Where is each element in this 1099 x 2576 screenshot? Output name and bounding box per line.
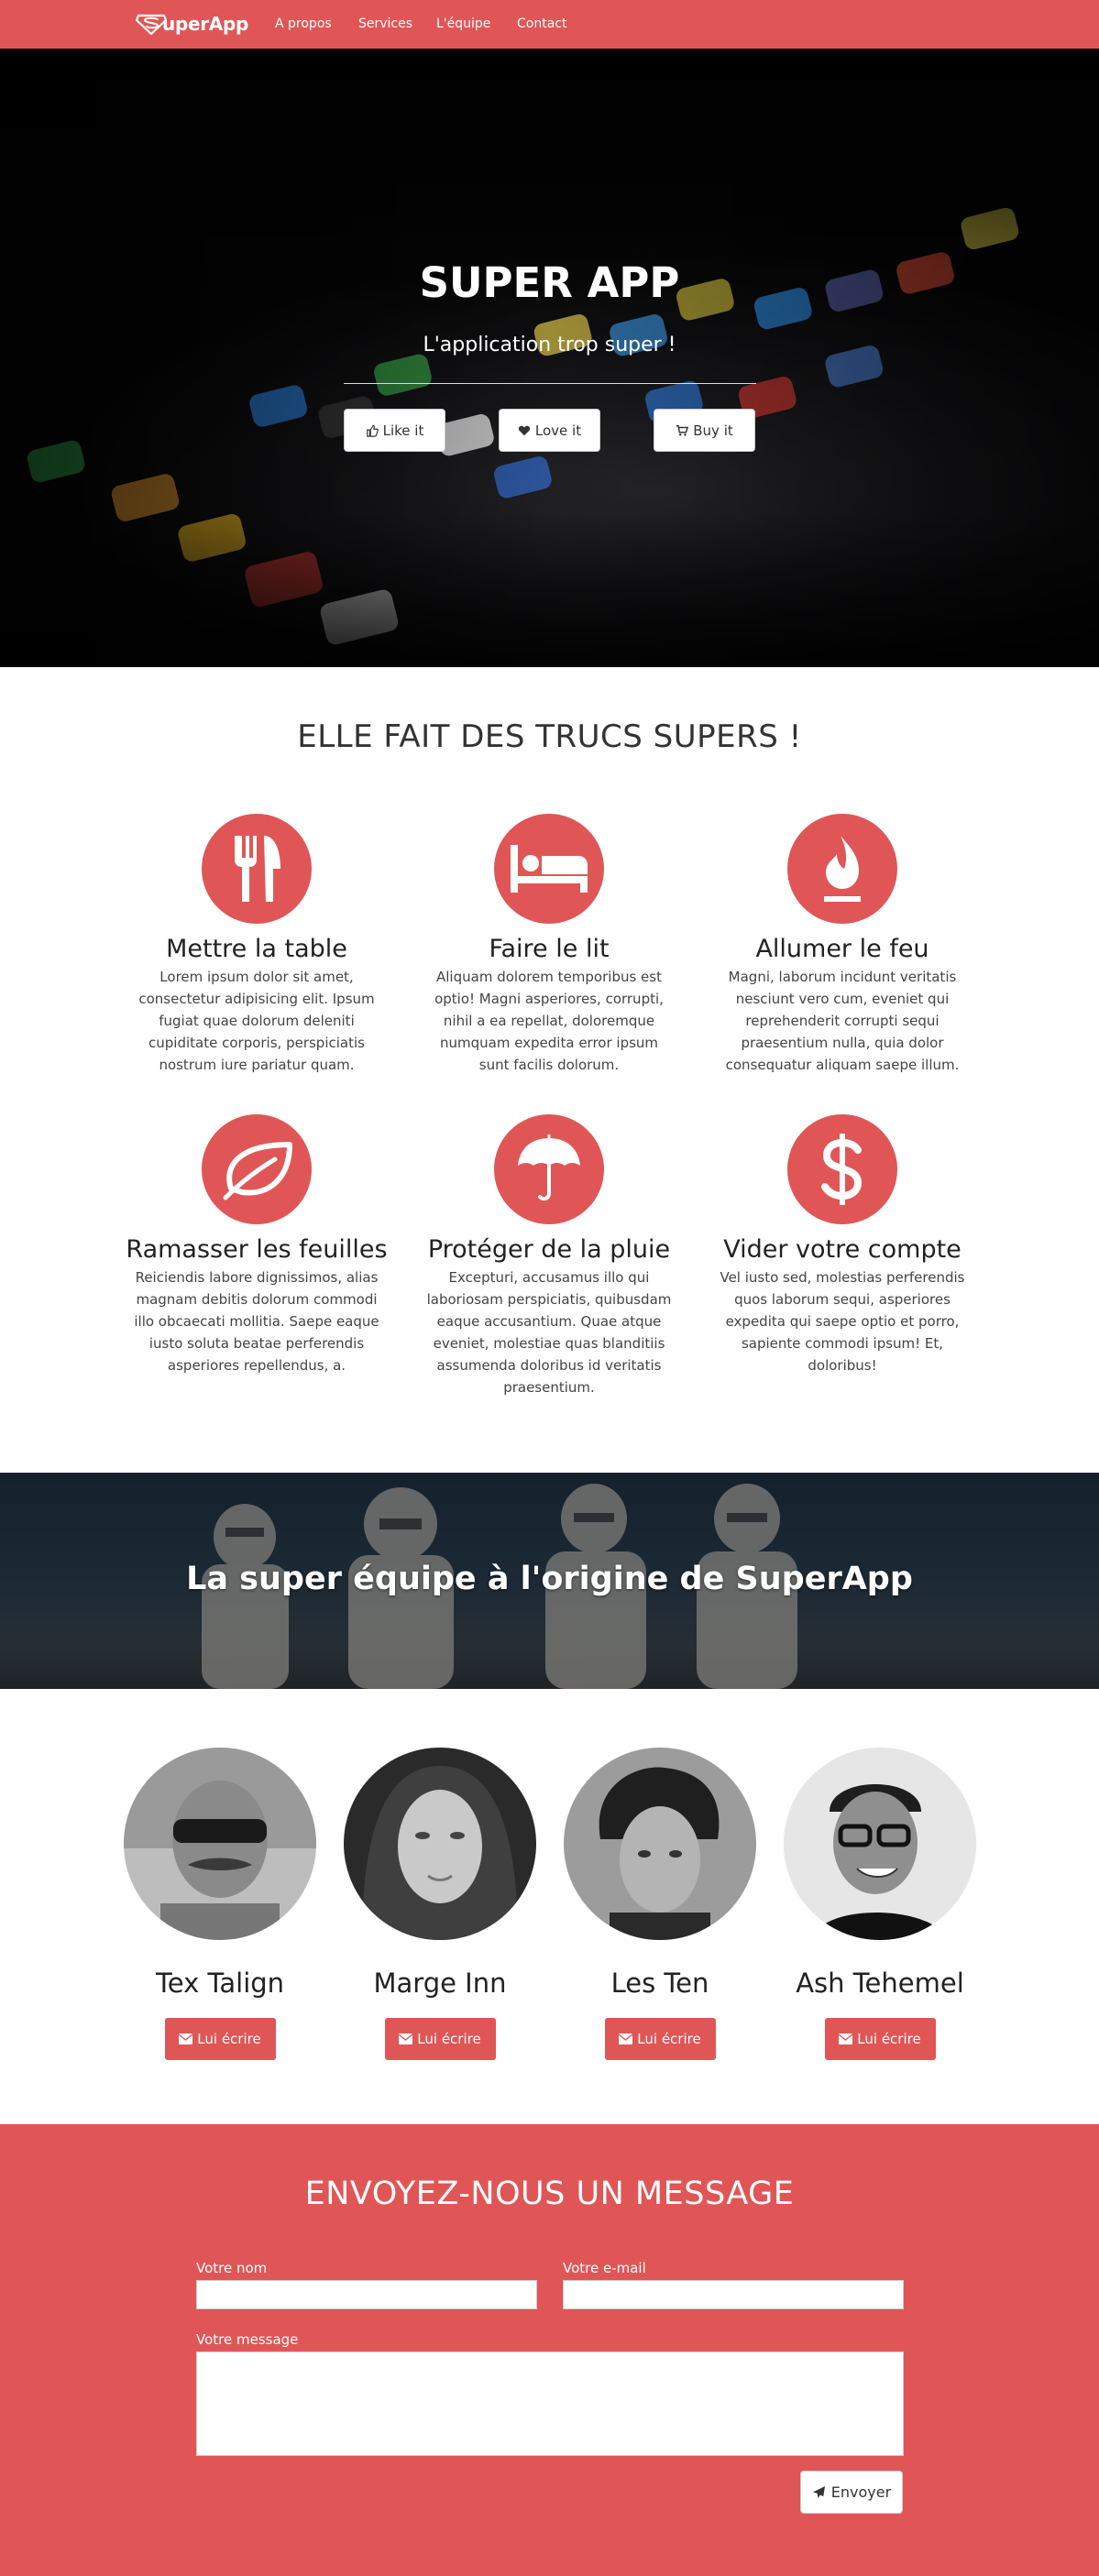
send-button[interactable]: Envoyer (800, 2471, 903, 2514)
buy-button-label: Buy it (693, 422, 733, 439)
hero-section: SUPER APP L'application trop super ! Lik… (0, 49, 1099, 667)
feature-icon-circle (787, 814, 897, 924)
feature-icon-circle (494, 814, 604, 924)
feature-icon-circle (202, 814, 312, 924)
avatar (124, 1748, 316, 1940)
navbar: uperApp A propos Services L'équipe Conta… (0, 0, 1099, 49)
contact-section: ENVOYEZ-NOUS UN MESSAGE Votre nom Votre … (0, 2124, 1099, 2576)
avatar (784, 1748, 976, 1940)
feature-faire-le-lit: Faire le lit Aliquam dolorem temporibus … (412, 814, 687, 1076)
team-banner: La super équipe à l'origine de SuperApp (0, 1473, 1099, 1689)
feature-text: Magni, laborum incidunt veritatis nesciu… (725, 969, 960, 1073)
feature-title: Ramasser les feuilles (126, 1235, 388, 1264)
member-name: Marge Inn (373, 1968, 507, 1999)
cutlery-icon (235, 836, 280, 902)
buy-button[interactable]: Buy it (654, 409, 755, 452)
bed-icon (511, 845, 588, 893)
envelope-icon (179, 2033, 193, 2044)
feature-ramasser-les-feuilles: Ramasser les feuilles Reiciendis labore … (119, 1114, 394, 1376)
contact-member-button[interactable]: Lui écrire (164, 2018, 276, 2060)
contact-member-label: Lui écrire (197, 2031, 261, 2047)
contact-title: ENVOYEZ-NOUS UN MESSAGE (304, 2176, 795, 2212)
like-button-label: Like it (382, 422, 424, 439)
feature-icon-circle (202, 1114, 312, 1224)
name-field[interactable] (196, 2280, 537, 2309)
avatar (344, 1748, 536, 1940)
hero-background-phone-image (0, 49, 1099, 667)
feature-title: Mettre la table (166, 935, 347, 963)
feature-vider-votre-compte: Vider votre compte Vel iusto sed, molest… (705, 1114, 980, 1376)
hero-title: SUPER APP (419, 258, 680, 307)
contact-member-label: Lui écrire (417, 2031, 481, 2047)
email-field[interactable] (563, 2280, 904, 2309)
paper-plane-icon (812, 2485, 825, 2499)
features-title: ELLE FAIT DES TRUCS SUPERS ! (297, 718, 802, 755)
feature-allumer-le-feu: Allumer le feu Magni, laborum incidunt v… (705, 814, 980, 1076)
avatar (564, 1748, 756, 1940)
brand[interactable]: uperApp (135, 10, 248, 38)
thumbs-up-icon (366, 424, 379, 437)
portrait-image (344, 1748, 536, 1940)
portrait-image (564, 1748, 756, 1940)
member-name: Ash Tehemel (796, 1968, 964, 1999)
feature-icon-circle (494, 1114, 604, 1224)
contact-member-label: Lui écrire (637, 2031, 701, 2047)
nav-link-contact[interactable]: Contact (517, 16, 566, 31)
contact-member-button[interactable]: Lui écrire (604, 2018, 716, 2060)
envelope-icon (619, 2033, 633, 2044)
feature-text: Aliquam dolorem temporibus est optio! Ma… (434, 969, 664, 1073)
cart-icon (676, 424, 689, 436)
hero-subtitle: L'application trop super ! (423, 334, 676, 356)
feature-proteger-de-la-pluie: Protéger de la pluie Excepturi, accusamu… (412, 1114, 687, 1398)
fire-icon (824, 836, 861, 902)
umbrella-icon (518, 1135, 580, 1201)
contact-member-label: Lui écrire (857, 2031, 921, 2047)
member-name: Les Ten (610, 1968, 709, 1999)
portrait-image (784, 1748, 976, 1940)
envelope-icon (839, 2033, 853, 2044)
hero-divider (344, 383, 756, 384)
team-member: Les Ten Lui écrire (559, 1748, 761, 2060)
leaf-icon (223, 1142, 292, 1200)
feature-text: Reiciendis labore dignissimos, alias mag… (134, 1269, 379, 1374)
brand-name: uperApp (162, 13, 248, 35)
message-textarea[interactable] (196, 2351, 904, 2456)
heart-icon (518, 425, 531, 435)
dollar-icon (821, 1134, 863, 1205)
feature-icon-circle (787, 1114, 897, 1224)
email-label: Votre e-mail (563, 2260, 646, 2276)
love-button-label: Love it (534, 422, 582, 439)
feature-text: Vel iusto sed, molestias perferendis quo… (720, 1269, 965, 1374)
team-member: Ash Tehemel Lui écrire (779, 1748, 981, 2060)
nav-link-a-propos[interactable]: A propos (275, 16, 332, 31)
team-member: Marge Inn Lui écrire (339, 1748, 541, 2060)
team-member: Tex Talign Lui écrire (119, 1748, 321, 2060)
name-label: Votre nom (196, 2260, 268, 2276)
feature-text: Lorem ipsum dolor sit amet, consectetur … (138, 969, 375, 1073)
love-button[interactable]: Love it (499, 409, 600, 452)
nav-link-services[interactable]: Services (358, 16, 412, 31)
member-name: Tex Talign (155, 1968, 285, 1999)
contact-member-button[interactable]: Lui écrire (824, 2018, 936, 2060)
feature-mettre-la-table: Mettre la table Lorem ipsum dolor sit am… (119, 814, 394, 1076)
team-banner-title: La super équipe à l'origine de SuperApp (186, 1561, 913, 1597)
feature-title: Protéger de la pluie (427, 1235, 671, 1264)
nav-link-equipe[interactable]: L'équipe (436, 16, 490, 31)
envelope-icon (399, 2033, 413, 2044)
feature-text: Excepturi, accusamus illo qui laboriosam… (426, 1269, 672, 1396)
send-button-label: Envoyer (830, 2483, 892, 2501)
portrait-image (124, 1748, 316, 1940)
like-button[interactable]: Like it (344, 409, 445, 452)
contact-member-button[interactable]: Lui écrire (384, 2018, 496, 2060)
message-label: Votre message (196, 2331, 299, 2348)
feature-title: Allumer le feu (755, 935, 929, 963)
feature-title: Vider votre compte (723, 1235, 962, 1264)
feature-title: Faire le lit (489, 935, 610, 963)
